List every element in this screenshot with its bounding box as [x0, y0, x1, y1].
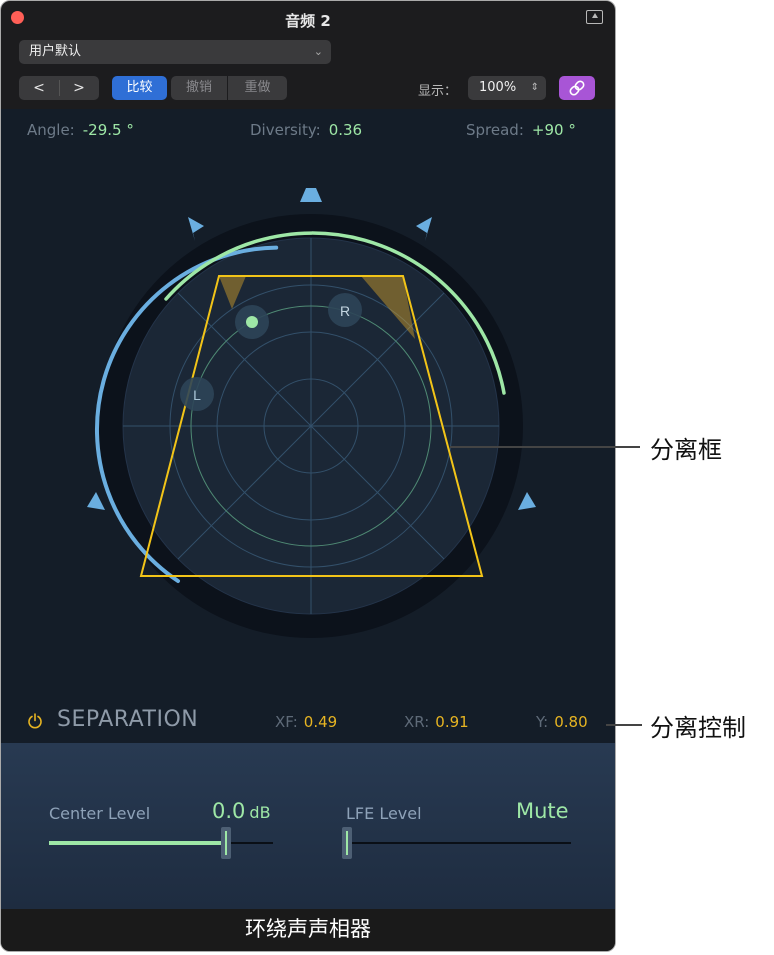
zoom-select[interactable]: 100% ⇕ [468, 76, 546, 100]
speaker-left-icon [188, 217, 204, 241]
display-label: 显示： [418, 84, 458, 99]
center-level-unit: dB [249, 803, 271, 822]
lfe-level-readout[interactable]: Mute [516, 799, 569, 823]
separation-box-callout-line [450, 446, 640, 448]
nav-group: < > [19, 76, 99, 100]
toolbar: < > 比较 撤销 重做 显示： 100% ⇕ [1, 73, 615, 103]
speaker-right-surround-icon [518, 492, 536, 510]
center-level-thumb[interactable] [221, 827, 231, 859]
lfe-level-label: LFE Level [346, 804, 422, 823]
link-button[interactable] [559, 76, 595, 100]
center-level-label: Center Level [49, 804, 151, 823]
preset-value: 用户默认 [29, 44, 82, 59]
power-icon[interactable] [27, 713, 43, 729]
plugin-window: 音频 2 用户默认 ⌄ < > 比较 撤销 重做 显示： 100% ⇕ Angl… [0, 0, 616, 952]
y-label: Y: [536, 713, 549, 731]
y-value: 0.80 [554, 713, 588, 731]
right-speaker-label: R [340, 303, 350, 319]
compare-button[interactable]: 比较 [112, 76, 167, 100]
separation-controls: SEPARATION XF: 0.49 XR: 0.91 Y: 0.80 [1, 705, 615, 739]
level-controls: Center Level 0.0 dB LFE Level Mute [1, 743, 615, 909]
panner-graph[interactable]: L R [1, 109, 615, 705]
stepper-icon: ⇕ [530, 82, 539, 93]
panner-panel: Angle: -29.5 ° Diversity: 0.36 Spread: +90 … [1, 109, 615, 743]
forward-button[interactable]: > [59, 76, 99, 100]
speaker-center-icon [300, 188, 322, 202]
preset-dropdown[interactable]: 用户默认 ⌄ [19, 40, 331, 64]
speaker-right-icon [416, 217, 432, 241]
xr-control[interactable]: XR: 0.91 [404, 713, 469, 731]
zoom-value: 100% [479, 80, 517, 95]
window-title: 音频 2 [285, 12, 331, 30]
xf-control[interactable]: XF: 0.49 [275, 713, 337, 731]
link-icon [569, 80, 585, 96]
undo-button[interactable]: 撤销 [171, 76, 227, 100]
left-speaker-label: L [193, 387, 201, 403]
pan-puck[interactable] [246, 316, 258, 328]
redo-button[interactable]: 重做 [228, 76, 287, 100]
center-level-value: 0.0 [212, 799, 246, 823]
separation-title: SEPARATION [57, 707, 199, 732]
lfe-level-track[interactable] [346, 842, 571, 844]
chevron-down-icon: ⌄ [313, 45, 323, 58]
back-button[interactable]: < [19, 76, 59, 100]
y-control[interactable]: Y: 0.80 [536, 713, 588, 731]
plugin-footer-title: 环绕声声相器 [1, 909, 615, 951]
lfe-level-value: Mute [516, 799, 569, 823]
center-level-readout[interactable]: 0.0 dB [212, 799, 271, 823]
share-icon[interactable] [586, 10, 603, 24]
xr-value: 0.91 [435, 713, 469, 731]
lfe-level-thumb[interactable] [342, 827, 352, 859]
center-level-fill [49, 841, 225, 845]
separation-controls-callout: 分离控制 [650, 714, 746, 742]
xr-label: XR: [404, 713, 430, 731]
speaker-left-surround-icon [87, 492, 105, 510]
title-bar: 音频 2 [1, 1, 615, 37]
xf-value: 0.49 [303, 713, 338, 731]
separation-box-callout: 分离框 [650, 436, 722, 464]
separation-controls-callout-line [606, 724, 642, 726]
xf-label: XF: [275, 713, 298, 731]
